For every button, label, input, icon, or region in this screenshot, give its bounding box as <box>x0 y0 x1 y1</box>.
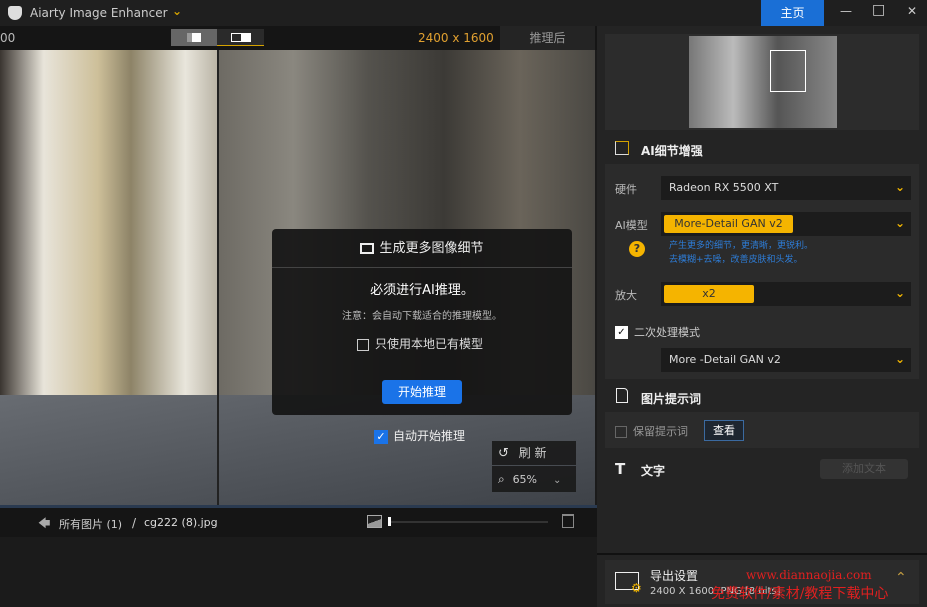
model-value: More-Detail GAN v2 <box>664 215 793 233</box>
minimize-button[interactable]: — <box>840 4 852 18</box>
dialog-title: 生成更多图像细节 <box>379 241 484 256</box>
local-only-checkbox[interactable]: 只使用本地已有模型 <box>357 335 483 352</box>
checkbox-icon <box>357 338 369 351</box>
image-navigation-bar: 🡄 所有图片 (1) / cg222 (8).jpg <box>0 508 597 537</box>
scale-value: x2 <box>664 285 754 303</box>
after-label: 推理后 <box>500 26 595 50</box>
after-label-text: 推理后 <box>529 31 566 45</box>
model-description-1: 产生更多的细节，更清晰，更锐利。 <box>669 241 814 251</box>
secondary-model-value: More -Detail GAN v2 <box>669 353 781 366</box>
local-only-label: 只使用本地已有模型 <box>375 337 484 351</box>
watermark: www.diannaojia.com 免费软件/素材/教程下载中心 <box>711 566 889 604</box>
ai-enhance-icon <box>615 141 629 155</box>
gear-icon: ⚙ <box>631 581 642 595</box>
keep-prompt-label: 保留提示词 <box>633 425 688 438</box>
hardware-label: 硬件 <box>615 183 637 196</box>
preview-thumbnail <box>689 36 837 128</box>
scale-select[interactable]: x2 ⌄ <box>661 282 911 306</box>
watermark-line-2: 免费软件/素材/教程下载中心 <box>711 586 889 602</box>
secondary-model-select[interactable]: More -Detail GAN v2 ⌄ <box>661 348 911 372</box>
navigator-preview[interactable] <box>605 34 919 130</box>
close-button[interactable]: ✕ <box>907 4 917 18</box>
filename: cg222 (8).jpg <box>144 516 218 529</box>
auto-start-label: 自动开始推理 <box>393 429 466 443</box>
hardware-select[interactable]: Radeon RX 5500 XT ⌄ <box>661 176 911 200</box>
image-canvas[interactable]: 生成更多图像细节 必须进行AI推理。 注意：会自动下载适合的推理模型。 只使用本… <box>0 50 595 505</box>
panel-divider <box>597 553 927 555</box>
monitor-icon <box>360 243 375 254</box>
add-text-button[interactable]: 添加文本 <box>820 459 908 479</box>
zoom-chevron-icon: ⌄ <box>553 475 562 486</box>
maximize-button[interactable]: □ <box>872 2 885 18</box>
split-divider[interactable] <box>217 50 219 505</box>
split-view-button[interactable] <box>217 29 264 46</box>
app-logo-icon <box>8 6 22 20</box>
ai-enhance-section-title: AI细节增强 <box>641 144 703 158</box>
start-inference-button[interactable]: 开始推理 <box>382 380 462 404</box>
chevron-down-icon: ⌄ <box>894 286 905 300</box>
zoom-readout: 00 <box>0 31 16 45</box>
dialog-note: 注意：会自动下载适合的推理模型。 <box>342 311 502 322</box>
model-label: AI模型 <box>615 219 648 232</box>
home-button[interactable]: 主页 <box>761 0 824 26</box>
settings-panel: AI细节增强 硬件 Radeon RX 5500 XT ⌄ AI模型 More-D… <box>597 26 927 607</box>
text-section-title: 文字 <box>641 464 666 478</box>
secondary-mode-label: 二次处理模式 <box>634 326 700 339</box>
chevron-down-icon: ⌄ <box>894 216 905 230</box>
title-bar: Aiarty Image Enhancer ⌄ 主页 — □ ✕ <box>0 0 927 26</box>
refresh-label: 刷 新 <box>518 446 547 460</box>
slider-handle[interactable] <box>388 517 391 526</box>
document-icon <box>616 388 628 403</box>
refresh-icon: ↺ <box>498 446 509 461</box>
app-menu-chevron-icon[interactable]: ⌄ <box>172 4 182 18</box>
split-view-icon <box>231 33 251 42</box>
breadcrumb-separator: / <box>132 516 137 530</box>
zoom-value: 65% <box>512 473 538 486</box>
model-select[interactable]: More-Detail GAN v2 ⌄ <box>661 212 911 236</box>
scale-label: 放大 <box>615 289 637 302</box>
secondary-mode-checkbox[interactable]: ✓ 二次处理模式 <box>615 324 700 340</box>
chevron-down-icon: ⌄ <box>894 180 905 194</box>
thumbnail-size-slider[interactable] <box>388 517 548 526</box>
prompt-section-title: 图片提示词 <box>641 392 702 406</box>
trash-icon[interactable] <box>562 514 574 528</box>
app-name: Aiarty Image Enhancer <box>30 6 168 20</box>
image-icon <box>367 515 382 528</box>
model-description-2: 去模糊+去噪，改善皮肤和头发。 <box>669 255 803 265</box>
dialog-heading: 必须进行AI推理。 <box>370 283 474 298</box>
all-images-link[interactable]: 所有图片 (1) <box>59 516 122 532</box>
help-icon[interactable]: ? <box>629 241 645 257</box>
checkmark-icon: ✓ <box>615 326 628 339</box>
watermark-line-1: www.diannaojia.com <box>746 568 872 582</box>
hardware-value: Radeon RX 5500 XT <box>669 181 779 194</box>
export-title: 导出设置 <box>650 569 699 583</box>
zoom-select[interactable]: ⌕ 65% ⌄ <box>492 466 576 492</box>
keep-prompt-checkbox[interactable]: 保留提示词 <box>615 423 688 439</box>
zoom-icon: ⌕ <box>498 472 505 486</box>
expand-up-icon[interactable]: ⌃ <box>895 570 907 586</box>
checkmark-icon: ✓ <box>374 429 388 444</box>
checkbox-icon <box>615 425 627 438</box>
inference-dialog: 生成更多图像细节 必须进行AI推理。 注意：会自动下载适合的推理模型。 只使用本… <box>272 229 572 415</box>
back-arrow-icon[interactable]: 🡄 <box>38 514 50 535</box>
chevron-down-icon: ⌄ <box>894 352 905 366</box>
single-view-button[interactable] <box>171 29 217 46</box>
preview-viewport[interactable] <box>770 50 806 92</box>
text-icon: T <box>615 460 626 478</box>
prompt-group: 保留提示词 查看 <box>605 412 919 448</box>
ai-settings-group: 硬件 Radeon RX 5500 XT ⌄ AI模型 More-Detail G… <box>605 164 919 379</box>
refresh-button[interactable]: ↺ 刷 新 <box>492 441 576 465</box>
resolution-label: 2400 x 1600 <box>418 31 494 45</box>
viewer-toolbar: 00 2400 x 1600 推理后 <box>0 26 597 50</box>
auto-start-checkbox[interactable]: ✓ 自动开始推理 <box>374 427 465 444</box>
single-view-icon <box>187 33 201 42</box>
view-prompt-button[interactable]: 查看 <box>704 420 744 441</box>
